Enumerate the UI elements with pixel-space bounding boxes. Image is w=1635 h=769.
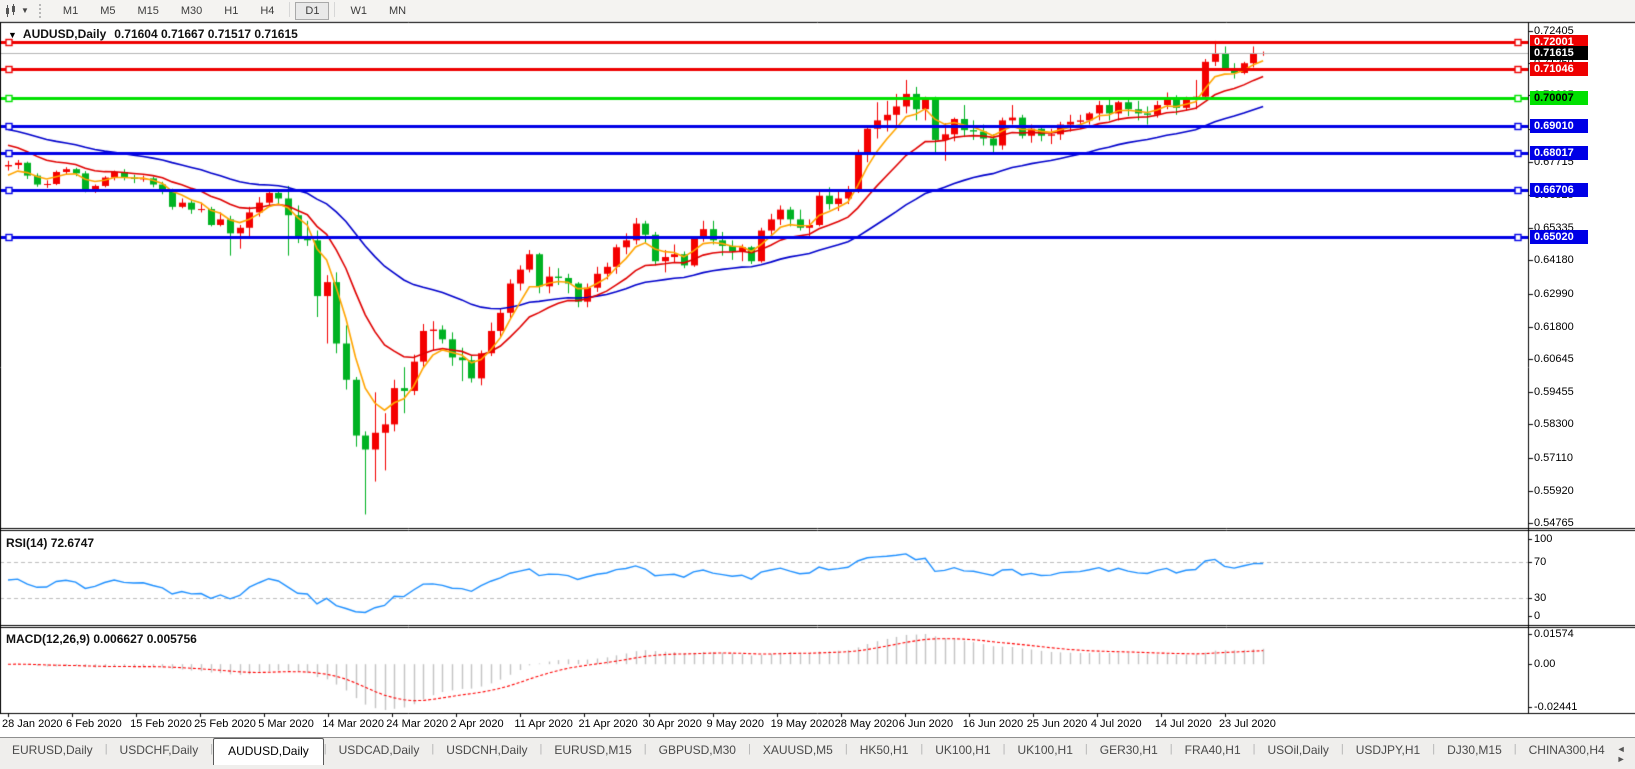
macd-axis-label: 0.01574 [1534, 628, 1574, 640]
chart-tab-uk100-h1[interactable]: UK100,H1 [1006, 739, 1085, 762]
rsi-axis-label: 100 [1534, 533, 1552, 545]
date-label: 4 Jul 2020 [1091, 718, 1142, 730]
date-label: 14 Jul 2020 [1155, 718, 1212, 730]
timeframe-button-w1[interactable]: W1 [340, 2, 377, 20]
price-axis-tick: 0.60645 [1534, 353, 1574, 365]
level-price-badge: 0.68017 [1530, 146, 1588, 160]
chart-tab-usdchf-daily[interactable]: USDCHF,Daily [108, 739, 211, 762]
chart-tab-gbpusd-m30[interactable]: GBPUSD,M30 [647, 739, 748, 762]
date-label: 6 Jun 2020 [899, 718, 953, 730]
rsi-axis-label: 30 [1534, 592, 1546, 604]
price-axis-tick: 0.64180 [1534, 254, 1574, 266]
chart-tab-usdcad-daily[interactable]: USDCAD,Daily [327, 739, 432, 762]
toolbar-separator [334, 2, 335, 17]
chart-tab-china300-h4[interactable]: CHINA300,H4 [1517, 739, 1617, 762]
level-price-badge: 0.71046 [1530, 62, 1588, 76]
chart-tab-bar: EURUSD,Daily|USDCHF,Daily|AUDUSD,Daily|U… [0, 737, 1635, 769]
timeframe-button-h1[interactable]: H1 [214, 2, 248, 20]
toolbar-separator [289, 2, 290, 17]
chart-tab-usoil-daily[interactable]: USOil,Daily [1256, 739, 1341, 762]
macd-label: MACD(12,26,9) 0.006627 0.005756 [6, 632, 197, 646]
mt4-chart-window: ▼ M1M5M15M30H1H4 D1 W1MN ▼ AUDUSD,Daily 0.71… [0, 0, 1635, 769]
chart-tab-eurusd-daily[interactable]: EURUSD,Daily [0, 739, 105, 762]
tab-scroll-arrows[interactable]: ◄ ► [1617, 744, 1630, 764]
date-label: 19 May 2020 [771, 718, 835, 730]
timeframe-button-m5[interactable]: M5 [90, 2, 125, 20]
timeframe-toolbar: ▼ M1M5M15M30H1H4 D1 W1MN [0, 0, 1635, 22]
date-label: 21 Apr 2020 [578, 718, 637, 730]
chart-tab-ger30-h1[interactable]: GER30,H1 [1088, 739, 1170, 762]
timeframe-button-h4[interactable]: H4 [250, 2, 284, 20]
rsi-axis-label: 0 [1534, 610, 1540, 622]
timeframe-button-d1[interactable]: D1 [295, 2, 329, 20]
price-axis-tick: 0.57110 [1534, 452, 1573, 464]
toolbar-grip[interactable] [39, 4, 44, 18]
chart-tab-eurusd-m15[interactable]: EURUSD,M15 [542, 739, 643, 762]
date-label: 24 Mar 2020 [386, 718, 448, 730]
date-label: 23 Jul 2020 [1219, 718, 1276, 730]
ohlc-values: 0.71604 0.71667 0.71517 0.71615 [114, 27, 298, 41]
timeframe-button-m15[interactable]: M15 [127, 2, 168, 20]
price-axis-tick: 0.55920 [1534, 485, 1574, 497]
chart-tab-hk50-h1[interactable]: HK50,H1 [848, 739, 921, 762]
level-price-badge: 0.65020 [1530, 230, 1588, 244]
date-label: 28 Jan 2020 [2, 718, 63, 730]
current-price-badge: 0.71615 [1530, 46, 1588, 60]
level-price-badge: 0.69010 [1530, 119, 1588, 133]
macd-axis-label: 0.00 [1534, 658, 1555, 670]
chart-tab-audusd-daily[interactable]: AUDUSD,Daily [213, 738, 324, 765]
macd-values: 0.006627 0.005756 [93, 632, 196, 646]
chart-tab-fra40-h1[interactable]: FRA40,H1 [1173, 739, 1253, 762]
rsi-axis-label: 70 [1534, 556, 1546, 568]
date-label: 11 Apr 2020 [514, 718, 573, 730]
chevron-down-icon: ▼ [21, 6, 29, 15]
macd-axis-label: -0.02441 [1534, 701, 1577, 713]
price-axis-tick: 0.62990 [1534, 288, 1574, 300]
timeframe-buttons: M1M5M15M30H1H4 D1 W1MN [52, 2, 417, 20]
chart-tab-usdjpy-h1[interactable]: USDJPY,H1 [1344, 739, 1432, 762]
symbol-period-label: AUDUSD,Daily [23, 27, 106, 41]
chart-tab-usdcnh-daily[interactable]: USDCNH,Daily [434, 739, 539, 762]
chart-tab-uk100-h1[interactable]: UK100,H1 [923, 739, 1002, 762]
date-label: 9 May 2020 [707, 718, 764, 730]
date-label: 28 May 2020 [835, 718, 899, 730]
date-label: 25 Feb 2020 [194, 718, 256, 730]
chart-title: ▼ AUDUSD,Daily 0.71604 0.71667 0.71517 0.7… [8, 27, 298, 41]
price-axis-tick: 0.61800 [1534, 321, 1574, 333]
level-price-badge: 0.66706 [1530, 183, 1588, 197]
date-label: 14 Mar 2020 [322, 718, 384, 730]
level-price-badge: 0.70007 [1530, 91, 1588, 105]
price-axis-tick: 0.54765 [1534, 517, 1574, 529]
date-label: 30 Apr 2020 [643, 718, 702, 730]
price-axis-tick: 0.58300 [1534, 418, 1574, 430]
timeframe-button-m1[interactable]: M1 [53, 2, 88, 20]
date-label: 2 Apr 2020 [450, 718, 503, 730]
date-label: 5 Mar 2020 [258, 718, 314, 730]
chart-tab-xauusd-m5[interactable]: XAUUSD,M5 [751, 739, 845, 762]
rsi-label: RSI(14) 72.6747 [6, 536, 94, 550]
chart-canvas[interactable] [0, 0, 1635, 769]
rsi-value: 72.6747 [51, 536, 94, 550]
timeframe-button-mn[interactable]: MN [379, 2, 416, 20]
candlestick-chart-icon[interactable]: ▼ [4, 4, 29, 18]
chart-tab-dj30-m15[interactable]: DJ30,M15 [1435, 739, 1514, 762]
date-label: 25 Jun 2020 [1027, 718, 1088, 730]
date-label: 16 Jun 2020 [963, 718, 1024, 730]
date-label: 6 Feb 2020 [66, 718, 122, 730]
price-axis-tick: 0.59455 [1534, 386, 1574, 398]
date-label: 15 Feb 2020 [130, 718, 192, 730]
timeframe-button-m30[interactable]: M30 [171, 2, 212, 20]
chevron-down-icon[interactable]: ▼ [8, 30, 17, 40]
